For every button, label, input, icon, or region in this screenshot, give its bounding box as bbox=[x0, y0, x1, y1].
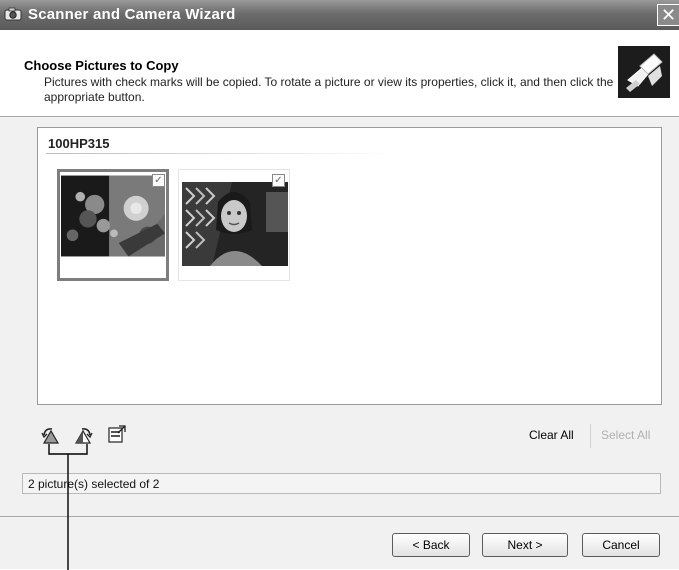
picture-checkbox-1[interactable]: ✓ bbox=[152, 174, 165, 187]
photo-portrait bbox=[182, 182, 288, 266]
picture-checkbox-2[interactable]: ✓ bbox=[272, 174, 285, 187]
camera-arrow-icon bbox=[618, 46, 670, 98]
page-title: Choose Pictures to Copy bbox=[24, 58, 179, 73]
toolbar-divider bbox=[590, 424, 591, 448]
next-button[interactable]: Next > bbox=[482, 533, 568, 557]
close-button[interactable]: ✕ bbox=[657, 4, 679, 26]
select-all-button[interactable]: Select All bbox=[601, 428, 650, 442]
cancel-button[interactable]: Cancel bbox=[582, 533, 660, 557]
page-description: Pictures with check marks will be copied… bbox=[44, 75, 614, 104]
folder-divider bbox=[46, 153, 396, 154]
wizard-window: Scanner and Camera Wizard ✕ Choose Pictu… bbox=[0, 0, 679, 570]
properties-icon[interactable] bbox=[106, 424, 128, 444]
back-button[interactable]: < Back bbox=[392, 533, 470, 557]
wizard-header: Choose Pictures to Copy Pictures with ch… bbox=[0, 30, 679, 117]
folder-name: 100HP315 bbox=[48, 136, 110, 151]
camera-icon bbox=[4, 7, 22, 21]
picture-thumbnail-1[interactable]: ✓ bbox=[57, 169, 169, 281]
photo-flower bbox=[61, 175, 165, 257]
selection-status: 2 picture(s) selected of 2 bbox=[22, 473, 661, 494]
picture-thumbnail-2[interactable]: ✓ bbox=[178, 169, 290, 281]
clear-all-button[interactable]: Clear All bbox=[529, 428, 574, 442]
footer-divider bbox=[0, 516, 679, 517]
title-bar[interactable]: Scanner and Camera Wizard ✕ bbox=[0, 0, 679, 30]
picture-list[interactable]: 100HP315 ✓ ✓ bbox=[37, 127, 662, 405]
window-title: Scanner and Camera Wizard bbox=[28, 6, 236, 23]
rotate-buttons-callout bbox=[48, 444, 88, 570]
